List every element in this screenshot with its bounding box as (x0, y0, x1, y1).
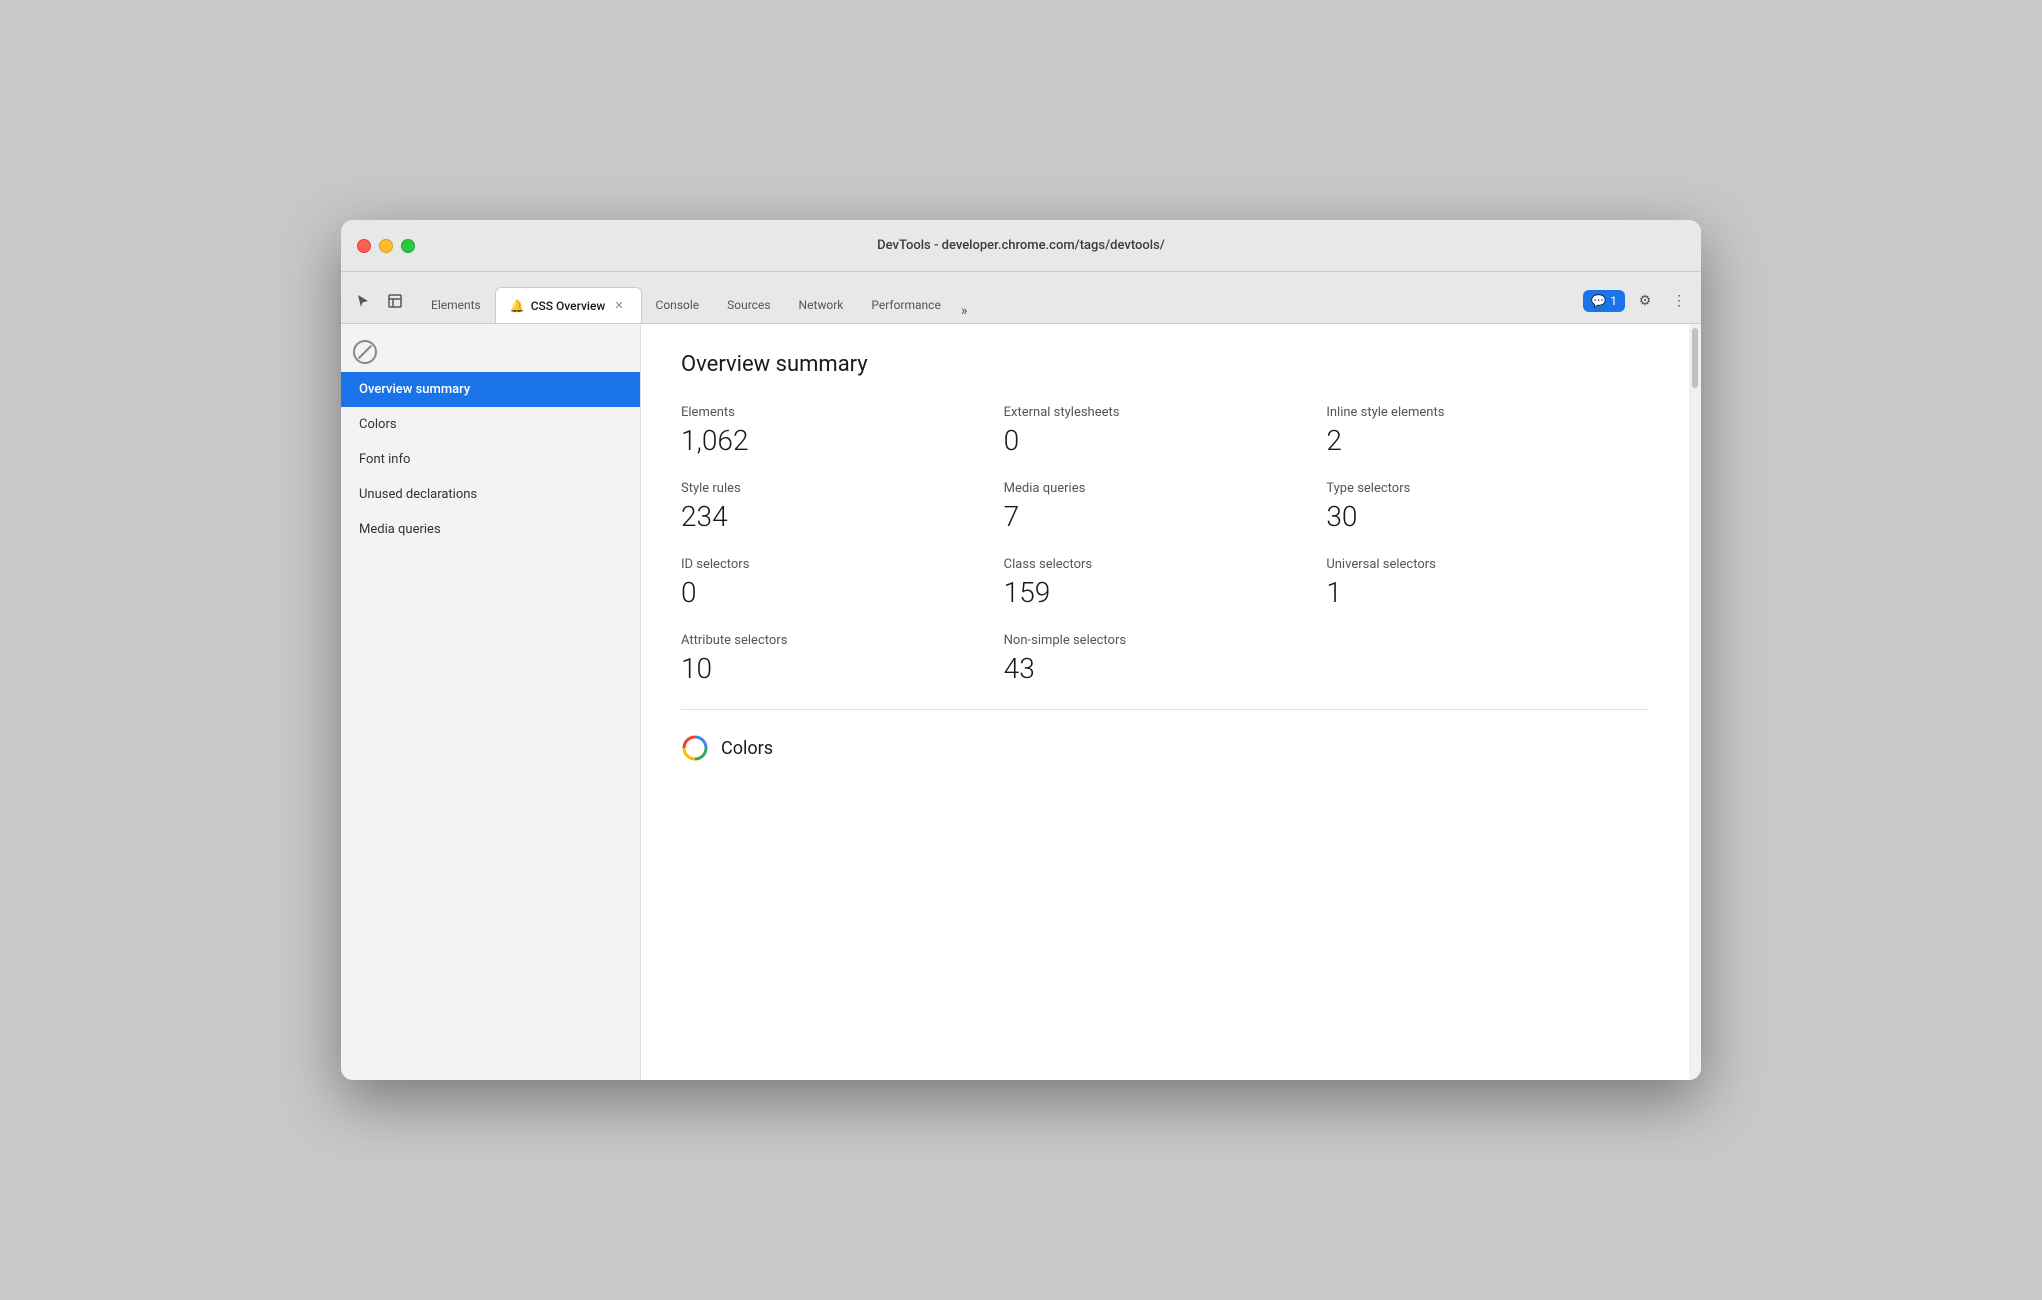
notification-button[interactable]: 💬 1 (1583, 290, 1625, 312)
chat-icon: 💬 (1591, 294, 1606, 308)
sidebar-top (341, 332, 640, 372)
stat-attribute-selectors: Attribute selectors 10 (681, 633, 1004, 685)
stat-elements: Elements 1,062 (681, 405, 1004, 457)
gear-icon: ⚙ (1639, 293, 1652, 309)
traffic-lights (357, 239, 415, 253)
stat-style-rules: Style rules 234 (681, 481, 1004, 533)
sidebar-item-overview-summary[interactable]: Overview summary (341, 372, 640, 407)
sidebar-item-colors[interactable]: Colors (341, 407, 640, 442)
tab-sources[interactable]: Sources (713, 287, 784, 323)
window-title: DevTools - developer.chrome.com/tags/dev… (877, 238, 1165, 253)
main-content: Overview summary Elements 1,062 External… (641, 324, 1701, 1080)
stat-media-queries: Media queries 7 (1004, 481, 1327, 533)
sidebar-item-media-queries[interactable]: Media queries (341, 512, 640, 547)
tabs-list: Elements 🔔 CSS Overview ✕ Console Source… (417, 287, 1583, 323)
stat-external-stylesheets-value: 0 (1004, 424, 1327, 457)
sidebar: Overview summary Colors Font info Unused… (341, 324, 641, 1080)
page-title: Overview summary (681, 352, 1649, 377)
scrollbar-thumb[interactable] (1692, 328, 1698, 388)
title-bar: DevTools - developer.chrome.com/tags/dev… (341, 220, 1701, 272)
stat-id-selectors-value: 0 (681, 576, 1004, 609)
tab-network[interactable]: Network (785, 287, 858, 323)
stat-type-selectors: Type selectors 30 (1326, 481, 1649, 533)
colors-section-title: Colors (721, 738, 773, 759)
stat-class-selectors-label: Class selectors (1004, 557, 1327, 572)
stat-elements-value: 1,062 (681, 424, 1004, 457)
stat-media-queries-value: 7 (1004, 500, 1327, 533)
content-area: Overview summary Elements 1,062 External… (641, 324, 1701, 790)
stat-id-selectors-label: ID selectors (681, 557, 1004, 572)
close-tab-button[interactable]: ✕ (611, 298, 626, 313)
more-options-button[interactable]: ⋮ (1665, 287, 1693, 315)
fullscreen-button[interactable] (401, 239, 415, 253)
scrollbar-track[interactable] (1689, 324, 1701, 1080)
stat-style-rules-value: 234 (681, 500, 1004, 533)
stat-non-simple-selectors: Non-simple selectors 43 (1004, 633, 1327, 685)
stat-universal-selectors-value: 1 (1326, 576, 1649, 609)
stat-class-selectors: Class selectors 159 (1004, 557, 1327, 609)
stat-class-selectors-value: 159 (1004, 576, 1327, 609)
tab-elements[interactable]: Elements (417, 287, 495, 323)
stat-type-selectors-label: Type selectors (1326, 481, 1649, 496)
devtools-body: Overview summary Colors Font info Unused… (341, 324, 1701, 1080)
forbidden-icon (353, 340, 377, 364)
stat-inline-style-elements: Inline style elements 2 (1326, 405, 1649, 457)
stat-universal-selectors: Universal selectors 1 (1326, 557, 1649, 609)
css-overview-icon: 🔔 (510, 299, 525, 313)
stat-elements-label: Elements (681, 405, 1004, 420)
colors-section: Colors (681, 734, 1649, 762)
toolbar-left (349, 287, 409, 323)
tab-css-overview[interactable]: 🔔 CSS Overview ✕ (495, 287, 642, 323)
devtools-window: DevTools - developer.chrome.com/tags/dev… (341, 220, 1701, 1080)
stat-inline-style-elements-value: 2 (1326, 424, 1649, 457)
stat-universal-selectors-label: Universal selectors (1326, 557, 1649, 572)
stats-grid: Elements 1,062 External stylesheets 0 In… (681, 405, 1649, 685)
close-button[interactable] (357, 239, 371, 253)
stat-attribute-selectors-value: 10 (681, 652, 1004, 685)
stat-inline-style-elements-label: Inline style elements (1326, 405, 1649, 420)
cursor-icon[interactable] (349, 287, 377, 315)
sidebar-item-font-info[interactable]: Font info (341, 442, 640, 477)
sidebar-item-unused-declarations[interactable]: Unused declarations (341, 477, 640, 512)
stat-attribute-selectors-label: Attribute selectors (681, 633, 1004, 648)
ellipsis-icon: ⋮ (1672, 293, 1686, 309)
stat-external-stylesheets: External stylesheets 0 (1004, 405, 1327, 457)
stat-id-selectors: ID selectors 0 (681, 557, 1004, 609)
settings-button[interactable]: ⚙ (1631, 287, 1659, 315)
minimize-button[interactable] (379, 239, 393, 253)
more-tabs-button[interactable]: » (955, 299, 974, 323)
inspect-icon[interactable] (381, 287, 409, 315)
stat-media-queries-label: Media queries (1004, 481, 1327, 496)
tab-console[interactable]: Console (642, 287, 714, 323)
stat-non-simple-selectors-label: Non-simple selectors (1004, 633, 1327, 648)
stat-external-stylesheets-label: External stylesheets (1004, 405, 1327, 420)
colors-ring-icon (681, 734, 709, 762)
tab-performance[interactable]: Performance (857, 287, 954, 323)
stat-style-rules-label: Style rules (681, 481, 1004, 496)
toolbar-right: 💬 1 ⚙ ⋮ (1583, 287, 1693, 323)
stat-type-selectors-value: 30 (1326, 500, 1649, 533)
section-divider (681, 709, 1649, 710)
stat-non-simple-selectors-value: 43 (1004, 652, 1327, 685)
tab-bar: Elements 🔔 CSS Overview ✕ Console Source… (341, 272, 1701, 324)
